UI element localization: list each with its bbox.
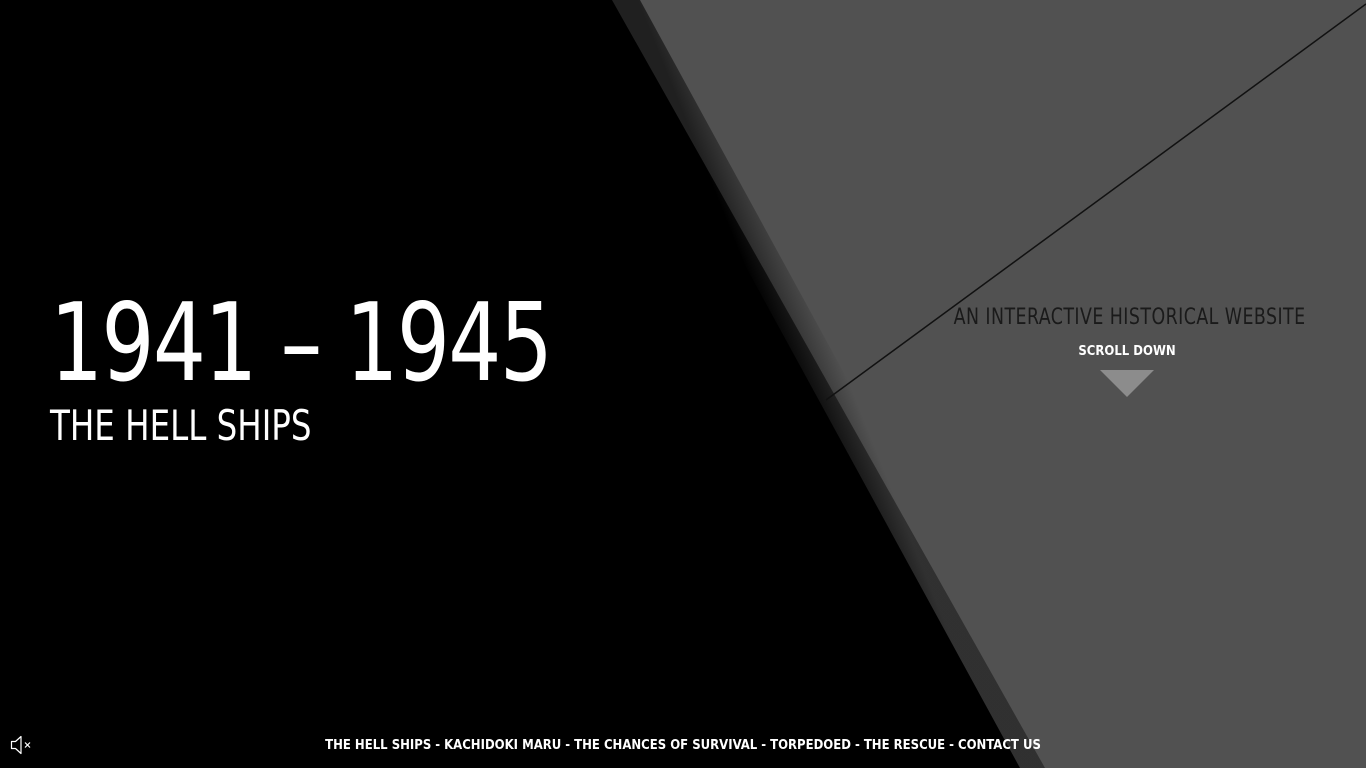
page-stage: 1941 – 1945 THE HELL SHIPS AN INTERACTIV… [0, 0, 1366, 768]
site-tagline: AN INTERACTIVE HISTORICAL WEBSITE [953, 305, 1306, 330]
nav-separator: - [435, 738, 441, 753]
nav-link-contact-us[interactable]: CONTACT US [958, 738, 1041, 753]
hero-subtitle: THE HELL SHIPS [50, 401, 312, 450]
nav-link-chances-of-survival[interactable]: THE CHANCES OF SURVIVAL [574, 738, 757, 753]
nav-separator: - [565, 738, 571, 753]
nav-link-the-hell-ships[interactable]: THE HELL SHIPS [325, 738, 431, 753]
scroll-down-link[interactable]: SCROLL DOWN [1078, 344, 1175, 360]
triangle-down-icon[interactable] [1100, 370, 1154, 397]
nav-link-the-rescue[interactable]: THE RESCUE [864, 738, 945, 753]
nav-link-torpedoed[interactable]: TORPEDOED [770, 738, 851, 753]
hero-section: 1941 – 1945 THE HELL SHIPS [50, 290, 633, 450]
nav-separator: - [949, 738, 954, 753]
nav-link-kachidoki-maru[interactable]: KACHIDOKI MARU [444, 738, 561, 753]
intro-panel: AN INTERACTIVE HISTORICAL WEBSITE SCROLL… [930, 304, 1324, 397]
hero-years: 1941 – 1945 [50, 281, 553, 406]
footer-navigation: THE HELL SHIPS - KACHIDOKI MARU - THE CHANCE… [0, 738, 1366, 754]
nav-separator: - [761, 738, 767, 753]
nav-separator: - [854, 738, 860, 753]
